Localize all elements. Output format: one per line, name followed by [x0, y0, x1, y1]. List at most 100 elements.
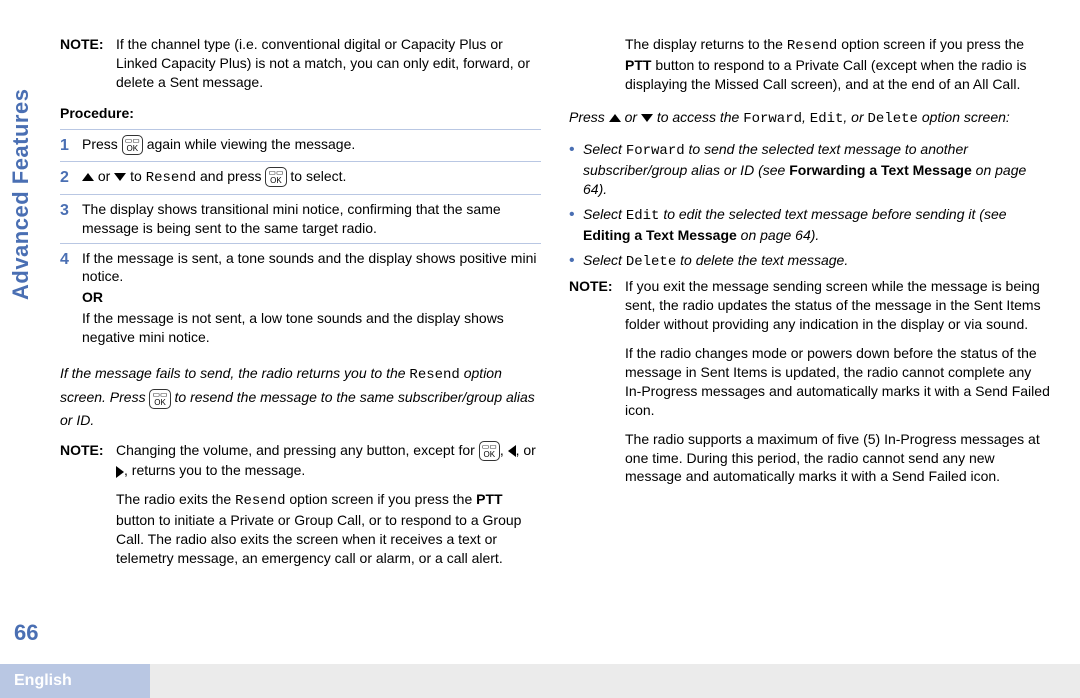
- bullet-forward: • Select Forward to send the selected te…: [569, 140, 1050, 199]
- bullet-text: Select Delete to delete the text message…: [583, 251, 1050, 272]
- bullet-edit: • Select Edit to edit the selected text …: [569, 205, 1050, 245]
- bullet-text: Select Edit to edit the selected text me…: [583, 205, 1050, 245]
- page-number: 66: [14, 620, 38, 646]
- manual-page: Advanced Features 66 NOTE: If the channe…: [0, 0, 1080, 698]
- fail-t1: If the message fails to send, the radio …: [60, 365, 409, 381]
- b1-t1: Select: [583, 141, 626, 157]
- page-footer: English: [0, 664, 1080, 698]
- section-label: Advanced Features: [8, 89, 34, 300]
- right-arrow-icon: [116, 466, 124, 478]
- down-arrow-icon: [114, 173, 126, 181]
- ok-button-icon: ▭▭OK: [149, 389, 170, 409]
- note2-p2: The radio exits the Resend option screen…: [116, 490, 541, 568]
- step-number: 1: [60, 135, 82, 157]
- ok-button-icon: ▭▭OK: [479, 441, 500, 461]
- note2-p1: Changing the volume, and pressing any bu…: [116, 441, 541, 480]
- procedure-heading: Procedure:: [60, 104, 541, 123]
- delete-label: Delete: [868, 111, 918, 127]
- press-t4: option screen:: [922, 109, 1010, 125]
- step-4: 4 If the message is sent, a tone sounds …: [60, 243, 541, 352]
- n2p1d: , returns you to the message.: [124, 462, 305, 478]
- step1-t1: Press: [82, 136, 122, 152]
- bullet-delete: • Select Delete to delete the text messa…: [569, 251, 1050, 272]
- press-paragraph: Press or to access the Forward, Edit, or…: [569, 106, 1050, 130]
- step1-t2: again while viewing the message.: [147, 136, 356, 152]
- press-c1: ,: [802, 109, 810, 125]
- forward-label: Forward: [626, 143, 685, 159]
- ref-edit: Editing a Text Message: [583, 227, 737, 243]
- note-body: If the channel type (i.e. conventional d…: [116, 35, 541, 92]
- note-label: NOTE:: [60, 35, 116, 92]
- ref-forward: Forwarding a Text Message: [789, 162, 972, 178]
- b3-t2: to delete the text message.: [680, 252, 848, 268]
- step-body: If the message is sent, a tone sounds an…: [82, 249, 541, 347]
- step2-t4: to select.: [290, 168, 346, 184]
- n2p2c: button to initiate a Private or Group Ca…: [116, 512, 521, 566]
- resend-label: Resend: [146, 170, 196, 186]
- delete-label: Delete: [626, 254, 676, 270]
- cont-t3: button to respond to a Private Call (exc…: [625, 57, 1027, 92]
- step2-t1: or: [98, 168, 114, 184]
- resend-label: Resend: [409, 367, 459, 383]
- step4-p1: If the message is sent, a tone sounds an…: [82, 249, 541, 287]
- step-body: The display shows transitional mini noti…: [82, 200, 541, 238]
- bullet-text: Select Forward to send the selected text…: [583, 140, 1050, 199]
- b2-t2: to edit the selected text message before…: [663, 206, 1006, 222]
- content-columns: NOTE: If the channel type (i.e. conventi…: [60, 35, 1050, 678]
- step4-or: OR: [82, 288, 541, 307]
- cont-t1: The display returns to the: [625, 36, 787, 52]
- step-2: 2 or to Resend and press ▭▭OK to select.: [60, 161, 541, 194]
- rnote-p3: The radio supports a maximum of five (5)…: [625, 430, 1050, 487]
- ok-button-icon: ▭▭OK: [122, 135, 143, 155]
- ptt-label: PTT: [476, 491, 502, 507]
- note-body: If you exit the message sending screen w…: [625, 277, 1050, 486]
- step4-p2: If the message is not sent, a low tone s…: [82, 309, 541, 347]
- note-bottom: NOTE: Changing the volume, and pressing …: [60, 441, 541, 568]
- step-3: 3 The display shows transitional mini no…: [60, 194, 541, 243]
- step-number: 4: [60, 249, 82, 347]
- cont-t2: option screen if you press the: [841, 36, 1024, 52]
- n2p1a: Changing the volume, and pressing any bu…: [116, 442, 479, 458]
- b2-t3: on page 64).: [741, 227, 820, 243]
- step2-t2: to: [130, 168, 146, 184]
- n2p2b: option screen if you press the: [289, 491, 476, 507]
- step-1: 1 Press ▭▭OK again while viewing the mes…: [60, 129, 541, 162]
- press-t3: to access the: [657, 109, 743, 125]
- rnote-p2: If the radio changes mode or powers down…: [625, 344, 1050, 420]
- left-arrow-icon: [508, 445, 516, 457]
- b3-t1: Select: [583, 252, 626, 268]
- right-column: The display returns to the Resend option…: [569, 35, 1050, 678]
- press-t1: Press: [569, 109, 609, 125]
- press-t2: or: [625, 109, 641, 125]
- step-number: 2: [60, 167, 82, 189]
- fail-paragraph: If the message fails to send, the radio …: [60, 362, 541, 431]
- down-arrow-icon: [641, 114, 653, 122]
- n2p1b: ,: [500, 442, 508, 458]
- b2-t1: Select: [583, 206, 626, 222]
- bullet-icon: •: [569, 142, 583, 199]
- left-column: NOTE: If the channel type (i.e. conventi…: [60, 35, 541, 678]
- ptt-label: PTT: [625, 57, 651, 73]
- note-label: NOTE:: [60, 441, 116, 568]
- bullet-icon: •: [569, 207, 583, 245]
- note-label: NOTE:: [569, 277, 625, 486]
- note-continuation: The display returns to the Resend option…: [625, 35, 1050, 94]
- step2-t3: and press: [200, 168, 265, 184]
- step-body: Press ▭▭OK again while viewing the messa…: [82, 135, 541, 157]
- press-c2: , or: [843, 109, 867, 125]
- up-arrow-icon: [609, 114, 621, 122]
- edit-label: Edit: [626, 208, 660, 224]
- resend-label: Resend: [787, 38, 837, 54]
- resend-label: Resend: [235, 493, 285, 509]
- note-body: Changing the volume, and pressing any bu…: [116, 441, 541, 568]
- edit-label: Edit: [810, 111, 844, 127]
- forward-label: Forward: [743, 111, 802, 127]
- step-number: 3: [60, 200, 82, 238]
- up-arrow-icon: [82, 173, 94, 181]
- footer-bar: [150, 664, 1080, 698]
- n2p1c: , or: [516, 442, 536, 458]
- footer-language: English: [0, 664, 150, 698]
- n2p2a: The radio exits the: [116, 491, 235, 507]
- note-right: NOTE: If you exit the message sending sc…: [569, 277, 1050, 486]
- ok-button-icon: ▭▭OK: [265, 167, 286, 187]
